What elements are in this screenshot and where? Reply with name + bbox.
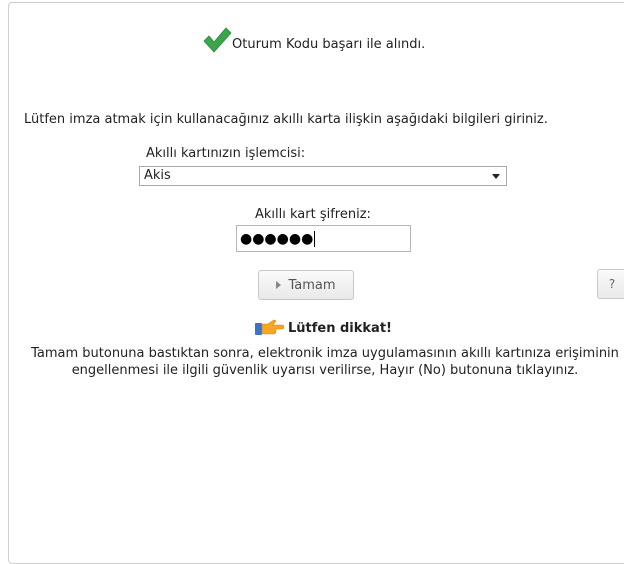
help-button-label: ?: [608, 277, 616, 291]
success-message: Oturum Kodu başarı ile alındı.: [202, 26, 425, 54]
play-arrow-icon: [276, 281, 282, 289]
processor-select[interactable]: Akis: [139, 166, 507, 186]
password-mask: ●●●●●●: [240, 230, 314, 247]
pointing-hand-icon: [254, 318, 285, 338]
notice-body: Tamam butonuna bastıktan sonra, elektron…: [31, 346, 619, 378]
ok-button[interactable]: Tamam: [258, 270, 354, 300]
processor-label: Akıllı kartınızın işlemcisi:: [146, 146, 306, 161]
notice-title: Lütfen dikkat!: [288, 320, 392, 336]
help-button[interactable]: ?: [597, 269, 624, 299]
success-text: Oturum Kodu başarı ile alındı.: [232, 37, 426, 52]
password-field[interactable]: ●●●●●●: [236, 225, 411, 252]
text-cursor: [314, 230, 316, 247]
ok-button-label: Tamam: [288, 277, 336, 293]
processor-selected-value: Akis: [144, 168, 171, 183]
instruction-text: Lütfen imza atmak için kullanacağınız ak…: [24, 112, 548, 127]
password-label: Akıllı kart şifreniz:: [255, 207, 371, 222]
notice-heading: Lütfen dikkat!: [254, 318, 392, 338]
chevron-down-icon: [492, 174, 500, 179]
checkmark-icon: [202, 26, 232, 54]
